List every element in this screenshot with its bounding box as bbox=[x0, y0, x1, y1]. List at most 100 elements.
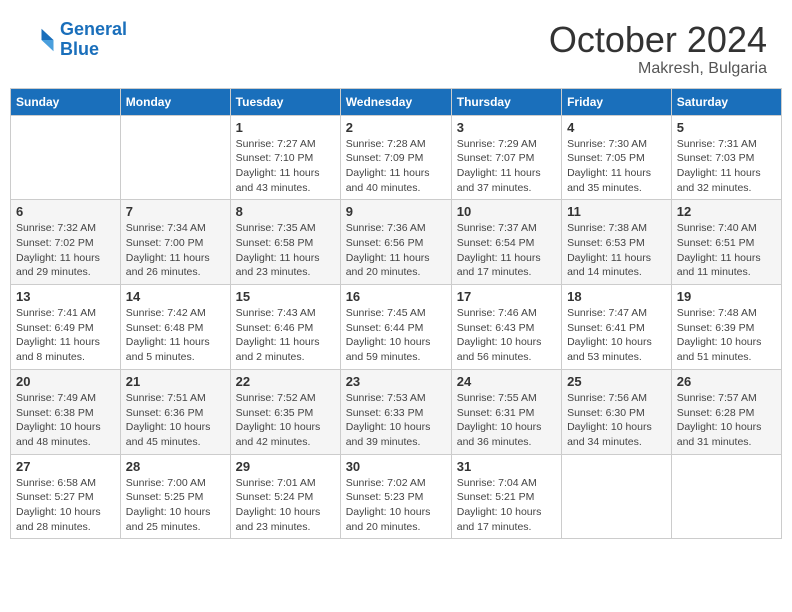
day-info: Sunrise: 7:32 AM Sunset: 7:02 PM Dayligh… bbox=[16, 221, 115, 280]
calendar-table: Sunday Monday Tuesday Wednesday Thursday… bbox=[10, 88, 782, 540]
header-saturday: Saturday bbox=[671, 88, 781, 115]
table-row: 15 Sunrise: 7:43 AM Sunset: 6:46 PM Dayli… bbox=[230, 285, 340, 370]
day-info: Sunrise: 7:56 AM Sunset: 6:30 PM Dayligh… bbox=[567, 391, 666, 450]
header-sunday: Sunday bbox=[11, 88, 121, 115]
table-row: 7Sunrise: 7:34 AM Sunset: 7:00 PM Daylig… bbox=[120, 200, 230, 285]
header-friday: Friday bbox=[562, 88, 672, 115]
table-row bbox=[11, 115, 121, 200]
day-info: Sunrise: 7:42 AM Sunset: 6:48 PM Dayligh… bbox=[126, 306, 225, 365]
day-number: 31 bbox=[457, 459, 556, 474]
title-block: October 2024 Makresh, Bulgaria bbox=[549, 20, 767, 78]
day-number: 9 bbox=[346, 204, 446, 219]
day-info: Sunrise: 7:01 AM Sunset: 5:24 PM Dayligh… bbox=[236, 476, 335, 535]
table-row: 19Sunrise: 7:48 AM Sunset: 6:39 PM Dayli… bbox=[671, 285, 781, 370]
table-row: 8 Sunrise: 7:35 AM Sunset: 6:58 PM Daylig… bbox=[230, 200, 340, 285]
day-number: 26 bbox=[677, 374, 776, 389]
day-info: Sunrise: 7:49 AM Sunset: 6:38 PM Dayligh… bbox=[16, 391, 115, 450]
header-thursday: Thursday bbox=[451, 88, 561, 115]
location-subtitle: Makresh, Bulgaria bbox=[549, 60, 767, 78]
header-tuesday: Tuesday bbox=[230, 88, 340, 115]
day-info: Sunrise: 7:00 AM Sunset: 5:25 PM Dayligh… bbox=[126, 476, 225, 535]
day-info: Sunrise: 7:02 AM Sunset: 5:23 PM Dayligh… bbox=[346, 476, 446, 535]
table-row: 26 Sunrise: 7:57 AM Sunset: 6:28 PM Dayli… bbox=[671, 369, 781, 454]
table-row: 14 Sunrise: 7:42 AM Sunset: 6:48 PM Dayli… bbox=[120, 285, 230, 370]
logo-icon bbox=[25, 25, 55, 55]
day-info: Sunrise: 7:37 AM Sunset: 6:54 PM Dayligh… bbox=[457, 221, 556, 280]
day-number: 29 bbox=[236, 459, 335, 474]
day-number: 8 bbox=[236, 204, 335, 219]
table-row: 28 Sunrise: 7:00 AM Sunset: 5:25 PM Dayli… bbox=[120, 454, 230, 539]
day-number: 17 bbox=[457, 289, 556, 304]
day-info: Sunrise: 7:38 AM Sunset: 6:53 PM Dayligh… bbox=[567, 221, 666, 280]
page-header: General Blue October 2024 Makresh, Bulga… bbox=[10, 10, 782, 83]
day-number: 28 bbox=[126, 459, 225, 474]
logo-text: General Blue bbox=[60, 20, 127, 60]
header-monday: Monday bbox=[120, 88, 230, 115]
table-row: 9Sunrise: 7:36 AM Sunset: 6:56 PM Daylig… bbox=[340, 200, 451, 285]
day-number: 14 bbox=[126, 289, 225, 304]
day-number: 18 bbox=[567, 289, 666, 304]
table-row: 6 Sunrise: 7:32 AM Sunset: 7:02 PM Daylig… bbox=[11, 200, 121, 285]
calendar-header-row: Sunday Monday Tuesday Wednesday Thursday… bbox=[11, 88, 782, 115]
day-info: Sunrise: 7:28 AM Sunset: 7:09 PM Dayligh… bbox=[346, 137, 446, 196]
table-row bbox=[120, 115, 230, 200]
table-row: 12 Sunrise: 7:40 AM Sunset: 6:51 PM Dayli… bbox=[671, 200, 781, 285]
table-row: 21 Sunrise: 7:51 AM Sunset: 6:36 PM Dayli… bbox=[120, 369, 230, 454]
header-wednesday: Wednesday bbox=[340, 88, 451, 115]
month-title: October 2024 bbox=[549, 20, 767, 60]
day-info: Sunrise: 7:51 AM Sunset: 6:36 PM Dayligh… bbox=[126, 391, 225, 450]
day-number: 4 bbox=[567, 120, 666, 135]
table-row: 18Sunrise: 7:47 AM Sunset: 6:41 PM Dayli… bbox=[562, 285, 672, 370]
table-row: 4 Sunrise: 7:30 AM Sunset: 7:05 PM Daylig… bbox=[562, 115, 672, 200]
day-info: Sunrise: 7:55 AM Sunset: 6:31 PM Dayligh… bbox=[457, 391, 556, 450]
calendar-week-row: 13 Sunrise: 7:41 AM Sunset: 6:49 PM Dayli… bbox=[11, 285, 782, 370]
calendar-week-row: 6 Sunrise: 7:32 AM Sunset: 7:02 PM Daylig… bbox=[11, 200, 782, 285]
day-number: 30 bbox=[346, 459, 446, 474]
day-number: 27 bbox=[16, 459, 115, 474]
day-info: Sunrise: 7:31 AM Sunset: 7:03 PM Dayligh… bbox=[677, 137, 776, 196]
day-number: 15 bbox=[236, 289, 335, 304]
day-info: Sunrise: 7:43 AM Sunset: 6:46 PM Dayligh… bbox=[236, 306, 335, 365]
table-row: 30 Sunrise: 7:02 AM Sunset: 5:23 PM Dayli… bbox=[340, 454, 451, 539]
day-info: Sunrise: 7:29 AM Sunset: 7:07 PM Dayligh… bbox=[457, 137, 556, 196]
table-row bbox=[562, 454, 672, 539]
day-number: 23 bbox=[346, 374, 446, 389]
day-info: Sunrise: 7:30 AM Sunset: 7:05 PM Dayligh… bbox=[567, 137, 666, 196]
table-row: 31 Sunrise: 7:04 AM Sunset: 5:21 PM Dayli… bbox=[451, 454, 561, 539]
day-info: Sunrise: 7:46 AM Sunset: 6:43 PM Dayligh… bbox=[457, 306, 556, 365]
table-row: 17 Sunrise: 7:46 AM Sunset: 6:43 PM Dayli… bbox=[451, 285, 561, 370]
day-number: 21 bbox=[126, 374, 225, 389]
day-number: 5 bbox=[677, 120, 776, 135]
day-info: Sunrise: 7:40 AM Sunset: 6:51 PM Dayligh… bbox=[677, 221, 776, 280]
day-number: 2 bbox=[346, 120, 446, 135]
table-row: 22Sunrise: 7:52 AM Sunset: 6:35 PM Dayli… bbox=[230, 369, 340, 454]
table-row: 24 Sunrise: 7:55 AM Sunset: 6:31 PM Dayli… bbox=[451, 369, 561, 454]
day-info: Sunrise: 7:53 AM Sunset: 6:33 PM Dayligh… bbox=[346, 391, 446, 450]
day-info: Sunrise: 7:27 AM Sunset: 7:10 PM Dayligh… bbox=[236, 137, 335, 196]
day-number: 19 bbox=[677, 289, 776, 304]
day-number: 20 bbox=[16, 374, 115, 389]
day-info: Sunrise: 6:58 AM Sunset: 5:27 PM Dayligh… bbox=[16, 476, 115, 535]
day-info: Sunrise: 7:41 AM Sunset: 6:49 PM Dayligh… bbox=[16, 306, 115, 365]
logo: General Blue bbox=[25, 20, 127, 60]
day-number: 1 bbox=[236, 120, 335, 135]
day-info: Sunrise: 7:35 AM Sunset: 6:58 PM Dayligh… bbox=[236, 221, 335, 280]
day-number: 7 bbox=[126, 204, 225, 219]
day-number: 13 bbox=[16, 289, 115, 304]
table-row: 16Sunrise: 7:45 AM Sunset: 6:44 PM Dayli… bbox=[340, 285, 451, 370]
day-number: 11 bbox=[567, 204, 666, 219]
day-number: 6 bbox=[16, 204, 115, 219]
table-row: 23 Sunrise: 7:53 AM Sunset: 6:33 PM Dayli… bbox=[340, 369, 451, 454]
table-row: 29 Sunrise: 7:01 AM Sunset: 5:24 PM Dayli… bbox=[230, 454, 340, 539]
table-row: 2 Sunrise: 7:28 AM Sunset: 7:09 PM Daylig… bbox=[340, 115, 451, 200]
day-number: 12 bbox=[677, 204, 776, 219]
table-row: 5 Sunrise: 7:31 AM Sunset: 7:03 PM Daylig… bbox=[671, 115, 781, 200]
calendar-week-row: 20 Sunrise: 7:49 AM Sunset: 6:38 PM Dayli… bbox=[11, 369, 782, 454]
calendar-week-row: 1 Sunrise: 7:27 AM Sunset: 7:10 PM Daylig… bbox=[11, 115, 782, 200]
day-number: 24 bbox=[457, 374, 556, 389]
table-row: 10 Sunrise: 7:37 AM Sunset: 6:54 PM Dayli… bbox=[451, 200, 561, 285]
day-info: Sunrise: 7:57 AM Sunset: 6:28 PM Dayligh… bbox=[677, 391, 776, 450]
day-number: 10 bbox=[457, 204, 556, 219]
day-info: Sunrise: 7:04 AM Sunset: 5:21 PM Dayligh… bbox=[457, 476, 556, 535]
day-number: 16 bbox=[346, 289, 446, 304]
